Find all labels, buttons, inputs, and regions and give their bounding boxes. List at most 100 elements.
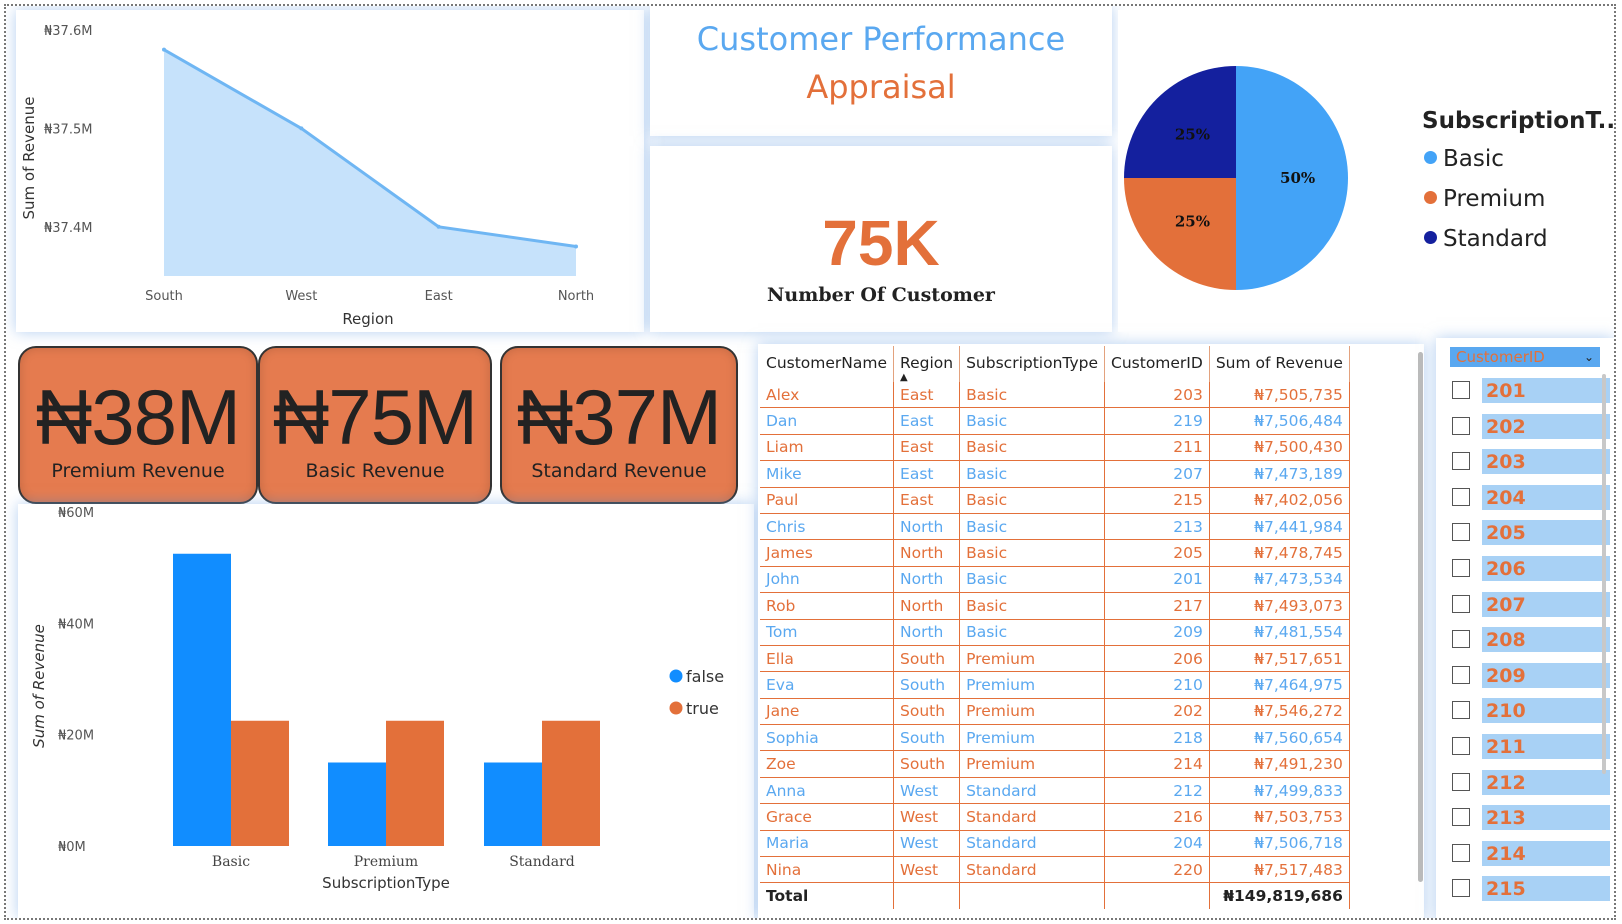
table-panel[interactable]: CustomerName Region ▲ SubscriptionType Cu…: [758, 344, 1424, 918]
table-row[interactable]: Ella South Premium 206 ₦7,517,651: [760, 645, 1350, 673]
table-cell: Premium: [959, 698, 1106, 726]
table-cell: Nina: [760, 856, 895, 884]
bar-xtick-label: Standard: [509, 854, 575, 870]
table-cell: North: [893, 592, 961, 620]
table-cell: ₦7,503,753: [1209, 803, 1350, 831]
col-header-region[interactable]: Region ▲: [893, 346, 961, 383]
basic-revenue-label: Basic Revenue: [305, 460, 445, 482]
slicer-item-label: 206: [1486, 558, 1526, 580]
slicer-item-label: 207: [1486, 593, 1526, 616]
table-row[interactable]: Chris North Basic 213 ₦7,441,984: [760, 513, 1350, 541]
pie-legend-premium[interactable]: Premium: [1424, 186, 1545, 212]
slicer-item[interactable]: 210: [1452, 698, 1612, 724]
area-point[interactable]: [436, 224, 441, 229]
checkbox[interactable]: [1452, 594, 1470, 613]
bar-standard-true[interactable]: [542, 720, 600, 846]
premium-revenue-card[interactable]: ₦38M Premium Revenue: [18, 346, 258, 504]
slicer-item[interactable]: 201: [1452, 378, 1612, 404]
bar-chart-panel[interactable]: ₦60M ₦40M ₦20M ₦0M Basic Premium Standard Subsc…: [18, 504, 754, 918]
bar-basic-true[interactable]: [231, 720, 289, 846]
area-chart-panel[interactable]: ₦37.6M ₦37.5M ₦37.4M South West East North Regi…: [16, 10, 644, 332]
checkbox[interactable]: [1452, 381, 1470, 399]
checkbox[interactable]: [1452, 808, 1470, 827]
slicer-item[interactable]: 207: [1452, 591, 1612, 618]
pie-slice-standard[interactable]: [1124, 66, 1236, 178]
table-row[interactable]: Liam East Basic 211 ₦7,500,430: [760, 434, 1350, 462]
checkbox[interactable]: [1452, 559, 1470, 577]
col-header-revenue[interactable]: Sum of Revenue: [1209, 346, 1350, 382]
checkbox[interactable]: [1452, 630, 1470, 649]
table-row[interactable]: Zoe South Premium 214 ₦7,491,230: [760, 750, 1350, 778]
slicer-item[interactable]: 215: [1452, 876, 1612, 902]
table-row[interactable]: Tom North Basic 209 ₦7,481,554: [760, 619, 1350, 646]
table-cell: South: [893, 671, 961, 699]
slicer-item[interactable]: 203: [1452, 449, 1612, 475]
bar-premium-true[interactable]: [386, 720, 444, 846]
checkbox[interactable]: [1452, 452, 1470, 471]
slicer-header-label: CustomerID: [1456, 348, 1545, 366]
slicer-item[interactable]: 213: [1452, 805, 1612, 831]
col-header-customername[interactable]: CustomerName: [760, 346, 895, 382]
bar-premium-false[interactable]: [328, 762, 386, 847]
checkbox[interactable]: [1452, 665, 1470, 684]
area-point[interactable]: [162, 47, 166, 52]
bar-xaxis-title: SubscriptionType: [322, 874, 450, 892]
table-row[interactable]: Grace West Standard 216 ₦7,503,753: [760, 803, 1350, 831]
table-row[interactable]: Rob North Basic 217 ₦7,493,073: [760, 592, 1350, 620]
checkbox[interactable]: [1452, 523, 1470, 542]
table-row[interactable]: James North Basic 205 ₦7,478,745: [760, 539, 1350, 567]
table-row[interactable]: Nina West Standard 220 ₦7,517,483: [760, 856, 1350, 884]
bar-standard-false[interactable]: [484, 762, 542, 847]
table-row[interactable]: Sophia South Premium 218 ₦7,560,654: [760, 724, 1350, 752]
pie-data-label: 50%: [1280, 169, 1315, 187]
checkbox[interactable]: [1452, 487, 1470, 506]
checkbox[interactable]: [1452, 879, 1470, 898]
slicer-item[interactable]: 206: [1452, 556, 1612, 582]
col-header-subscriptiontype[interactable]: SubscriptionType: [959, 346, 1106, 382]
slicer-item[interactable]: 209: [1452, 662, 1612, 689]
table-row[interactable]: Dan East Basic 219 ₦7,506,484: [760, 407, 1350, 435]
bar-basic-false[interactable]: [173, 553, 231, 846]
checkbox[interactable]: [1452, 737, 1470, 755]
table-row[interactable]: Paul East Basic 215 ₦7,402,056: [760, 487, 1350, 514]
false-legend-dot-icon: [669, 669, 683, 683]
slicer-scrollbar[interactable]: [1602, 374, 1606, 774]
pie-legend-basic[interactable]: Basic: [1424, 146, 1504, 172]
table-row[interactable]: Alex East Basic 203 ₦7,505,735: [760, 382, 1350, 409]
table-vertical-scrollbar[interactable]: [1418, 352, 1423, 882]
premium-revenue-value: ₦38M: [35, 373, 241, 461]
checkbox[interactable]: [1452, 843, 1470, 862]
table-row[interactable]: Jane South Premium 202 ₦7,546,272: [760, 698, 1350, 726]
standard-revenue-card[interactable]: ₦37M Standard Revenue: [500, 346, 738, 504]
pie-legend-standard[interactable]: Standard: [1424, 226, 1548, 252]
table-row[interactable]: Maria West Standard 204 ₦7,506,718: [760, 830, 1350, 858]
checkbox[interactable]: [1452, 416, 1470, 435]
slicer-item[interactable]: 211: [1452, 734, 1612, 760]
kpi-panel[interactable]: 75K Number Of Customer: [650, 146, 1112, 332]
area-point[interactable]: [299, 126, 304, 131]
table-row[interactable]: Mike East Basic 207 ₦7,473,189: [760, 460, 1350, 488]
basic-revenue-card[interactable]: ₦75M Basic Revenue: [258, 346, 492, 504]
table-cell: Basic: [959, 539, 1106, 567]
table-cell: 217: [1104, 592, 1210, 620]
pie-slice-premium[interactable]: [1124, 178, 1236, 290]
pie-chart-panel[interactable]: 50% 25% 25% SubscriptionT... Basic Premium…: [1118, 10, 1614, 332]
bar-legend-true[interactable]: true: [686, 699, 719, 718]
checkbox[interactable]: [1452, 701, 1470, 720]
slicer-header[interactable]: CustomerID ⌄: [1450, 347, 1600, 367]
checkbox[interactable]: [1452, 772, 1470, 791]
slicer-item-label: 210: [1486, 700, 1526, 723]
table-row[interactable]: Anna West Standard 212 ₦7,499,833: [760, 777, 1350, 805]
slicer-item[interactable]: 212: [1452, 769, 1612, 796]
table-row[interactable]: Eva South Premium 210 ₦7,464,975: [760, 671, 1350, 699]
slicer-item[interactable]: 214: [1452, 840, 1612, 867]
slicer-item[interactable]: 208: [1452, 627, 1612, 653]
bar-legend-false[interactable]: false: [686, 667, 724, 686]
col-header-customerid[interactable]: CustomerID: [1104, 346, 1210, 382]
slicer-item[interactable]: 205: [1452, 520, 1612, 546]
slicer-item[interactable]: 204: [1452, 484, 1612, 511]
slicer-item[interactable]: 202: [1452, 413, 1612, 440]
area-xtick-label: North: [558, 289, 594, 304]
area-point[interactable]: [574, 244, 578, 249]
table-row[interactable]: John North Basic 201 ₦7,473,534: [760, 566, 1350, 594]
